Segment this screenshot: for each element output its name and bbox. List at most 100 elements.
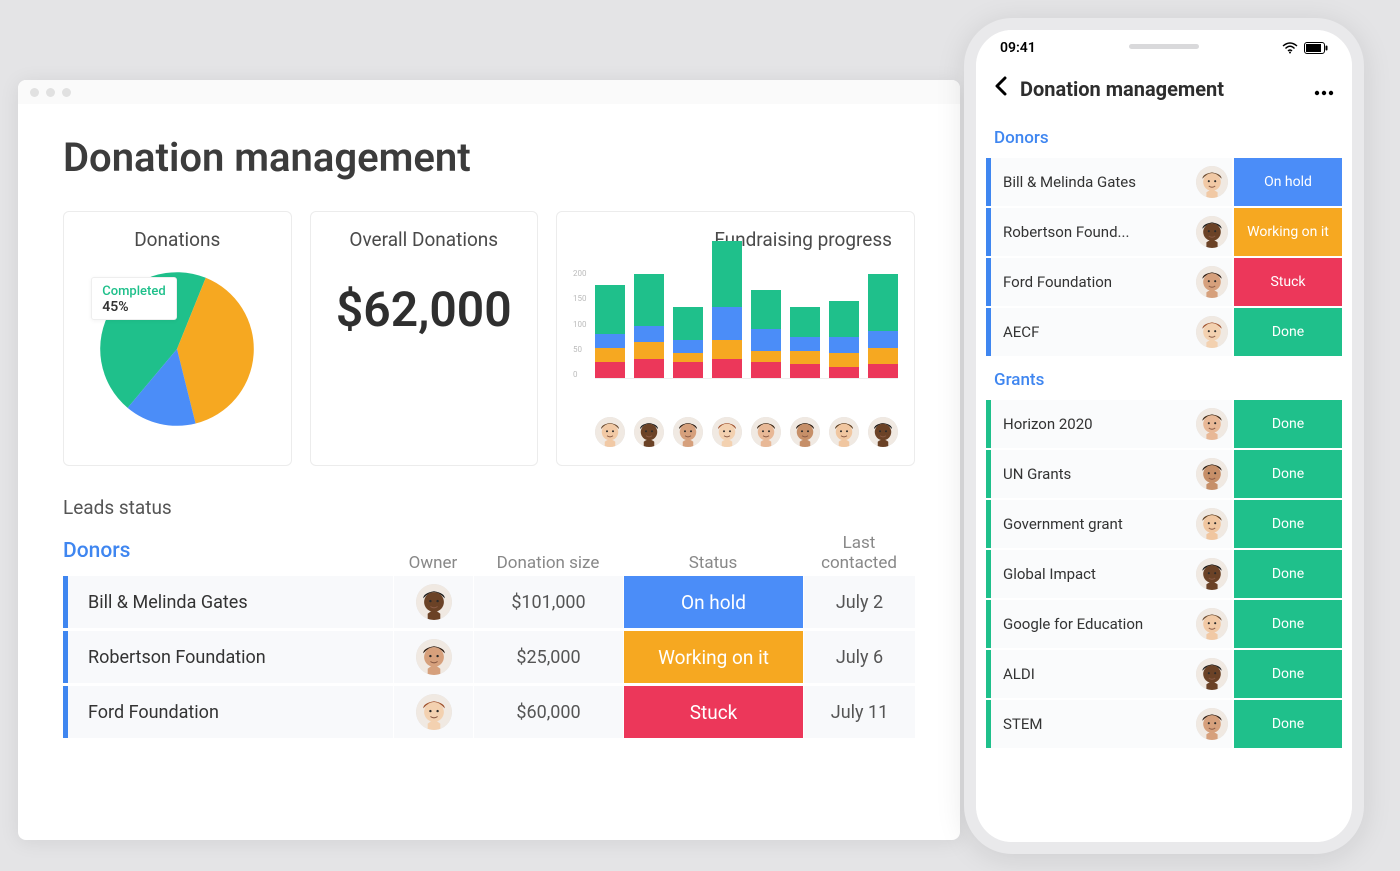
lead-owner[interactable]	[393, 686, 473, 738]
pie-tooltip-value: 45%	[102, 299, 165, 315]
phone-row[interactable]: Horizon 2020 Done	[986, 400, 1342, 448]
more-button[interactable]	[1314, 77, 1334, 102]
phone-row-status[interactable]: Working on it	[1234, 208, 1342, 256]
lead-status[interactable]: On hold	[623, 576, 803, 628]
phone-row-owner[interactable]	[1192, 158, 1232, 206]
phone-row[interactable]: STEM Done	[986, 700, 1342, 748]
phone-row-name: Robertson Found...	[991, 208, 1192, 256]
avatar	[1196, 708, 1228, 740]
phone-row-name: Bill & Melinda Gates	[991, 158, 1192, 206]
fundraiser-avatar[interactable]	[868, 417, 898, 447]
card-overall[interactable]: Overall Donations $62,000	[310, 211, 539, 466]
col-owner: Owner	[393, 553, 473, 573]
fundraiser-avatar[interactable]	[595, 417, 625, 447]
phone-row-owner[interactable]	[1192, 550, 1232, 598]
avatar	[416, 639, 452, 675]
phone-row-status[interactable]: Done	[1234, 650, 1342, 698]
card-donations-title: Donations	[80, 228, 275, 251]
phone-row-owner[interactable]	[1192, 450, 1232, 498]
bar-P7	[829, 301, 859, 378]
phone-row-status[interactable]: Done	[1234, 600, 1342, 648]
avatar	[1196, 266, 1228, 298]
bar-P5	[751, 290, 781, 378]
fundraiser-avatar[interactable]	[673, 417, 703, 447]
phone-row-name: ALDI	[991, 650, 1192, 698]
table-row[interactable]: Robertson Foundation $25,000 Working on …	[63, 631, 915, 683]
avatar	[1196, 508, 1228, 540]
table-row[interactable]: Bill & Melinda Gates $101,000 On hold Ju…	[63, 576, 915, 628]
phone-row[interactable]: Ford Foundation Stuck	[986, 258, 1342, 306]
window-dot-2-icon	[46, 88, 55, 97]
phone-group-label[interactable]: Grants	[986, 358, 1342, 400]
avatar	[1196, 458, 1228, 490]
lead-size: $101,000	[473, 576, 623, 628]
phone-row-status[interactable]: Done	[1234, 550, 1342, 598]
phone-row-status[interactable]: Done	[1234, 308, 1342, 356]
phone-row[interactable]: Global Impact Done	[986, 550, 1342, 598]
phone-row-name: Government grant	[991, 500, 1192, 548]
phone-row[interactable]: AECF Done	[986, 308, 1342, 356]
fundraiser-avatar[interactable]	[712, 417, 742, 447]
phone-row-owner[interactable]	[1192, 208, 1232, 256]
lead-last-contacted: July 11	[803, 686, 915, 738]
avatar	[1196, 216, 1228, 248]
phone-frame: 09:41 Donation management Donors Bill & …	[964, 18, 1364, 854]
pie-tooltip-label: Completed	[102, 284, 165, 299]
leads-section: Leads status Donors Owner Donation size …	[63, 496, 915, 738]
phone-clock: 09:41	[1000, 40, 1036, 56]
phone-row-owner[interactable]	[1192, 400, 1232, 448]
fundraising-avatars	[573, 417, 898, 447]
avatar	[1196, 658, 1228, 690]
fundraising-bars	[595, 269, 898, 379]
card-fundraising[interactable]: Fundraising progress 200150100500	[556, 211, 915, 466]
phone-row-owner[interactable]	[1192, 700, 1232, 748]
phone-row-owner[interactable]	[1192, 500, 1232, 548]
card-donations[interactable]: Donations Completed 45%	[63, 211, 292, 466]
phone-row[interactable]: UN Grants Done	[986, 450, 1342, 498]
lead-name: Ford Foundation	[63, 686, 393, 738]
group-donors-label[interactable]: Donors	[63, 533, 393, 573]
phone-row-owner[interactable]	[1192, 258, 1232, 306]
phone-row[interactable]: Google for Education Done	[986, 600, 1342, 648]
lead-owner[interactable]	[393, 631, 473, 683]
phone-row-name: Horizon 2020	[991, 400, 1192, 448]
lead-status[interactable]: Stuck	[623, 686, 803, 738]
avatar	[1196, 166, 1228, 198]
lead-last-contacted: July 2	[803, 576, 915, 628]
bar-P3	[673, 307, 703, 379]
phone-row-name: UN Grants	[991, 450, 1192, 498]
avatar	[1196, 408, 1228, 440]
phone-row-status[interactable]: On hold	[1234, 158, 1342, 206]
fundraiser-avatar[interactable]	[790, 417, 820, 447]
phone-row-status[interactable]: Done	[1234, 450, 1342, 498]
phone-row[interactable]: Robertson Found... Working on it	[986, 208, 1342, 256]
fundraiser-avatar[interactable]	[751, 417, 781, 447]
back-button[interactable]	[994, 76, 1008, 102]
phone-row-status[interactable]: Stuck	[1234, 258, 1342, 306]
phone-row-owner[interactable]	[1192, 600, 1232, 648]
battery-icon	[1304, 42, 1328, 54]
phone-row-status[interactable]: Done	[1234, 400, 1342, 448]
phone-row[interactable]: Bill & Melinda Gates On hold	[986, 158, 1342, 206]
phone-row-name: Global Impact	[991, 550, 1192, 598]
cards-row: Donations Completed 45% Overall Donation…	[63, 211, 915, 466]
bar-P8	[868, 274, 898, 379]
pie-tooltip: Completed 45%	[91, 277, 176, 320]
phone-row-owner[interactable]	[1192, 308, 1232, 356]
window-chrome	[18, 80, 960, 104]
table-row[interactable]: Ford Foundation $60,000 Stuck July 11	[63, 686, 915, 738]
bar-P6	[790, 307, 820, 379]
fundraiser-avatar[interactable]	[829, 417, 859, 447]
phone-row-status[interactable]: Done	[1234, 500, 1342, 548]
lead-owner[interactable]	[393, 576, 473, 628]
phone-row-name: STEM	[991, 700, 1192, 748]
lead-name: Bill & Melinda Gates	[63, 576, 393, 628]
fundraiser-avatar[interactable]	[634, 417, 664, 447]
phone-row[interactable]: Government grant Done	[986, 500, 1342, 548]
phone-row-status[interactable]: Done	[1234, 700, 1342, 748]
phone-group-label[interactable]: Donors	[986, 116, 1342, 158]
phone-row-owner[interactable]	[1192, 650, 1232, 698]
phone-speaker-icon	[1129, 44, 1199, 49]
lead-status[interactable]: Working on it	[623, 631, 803, 683]
phone-row[interactable]: ALDI Done	[986, 650, 1342, 698]
